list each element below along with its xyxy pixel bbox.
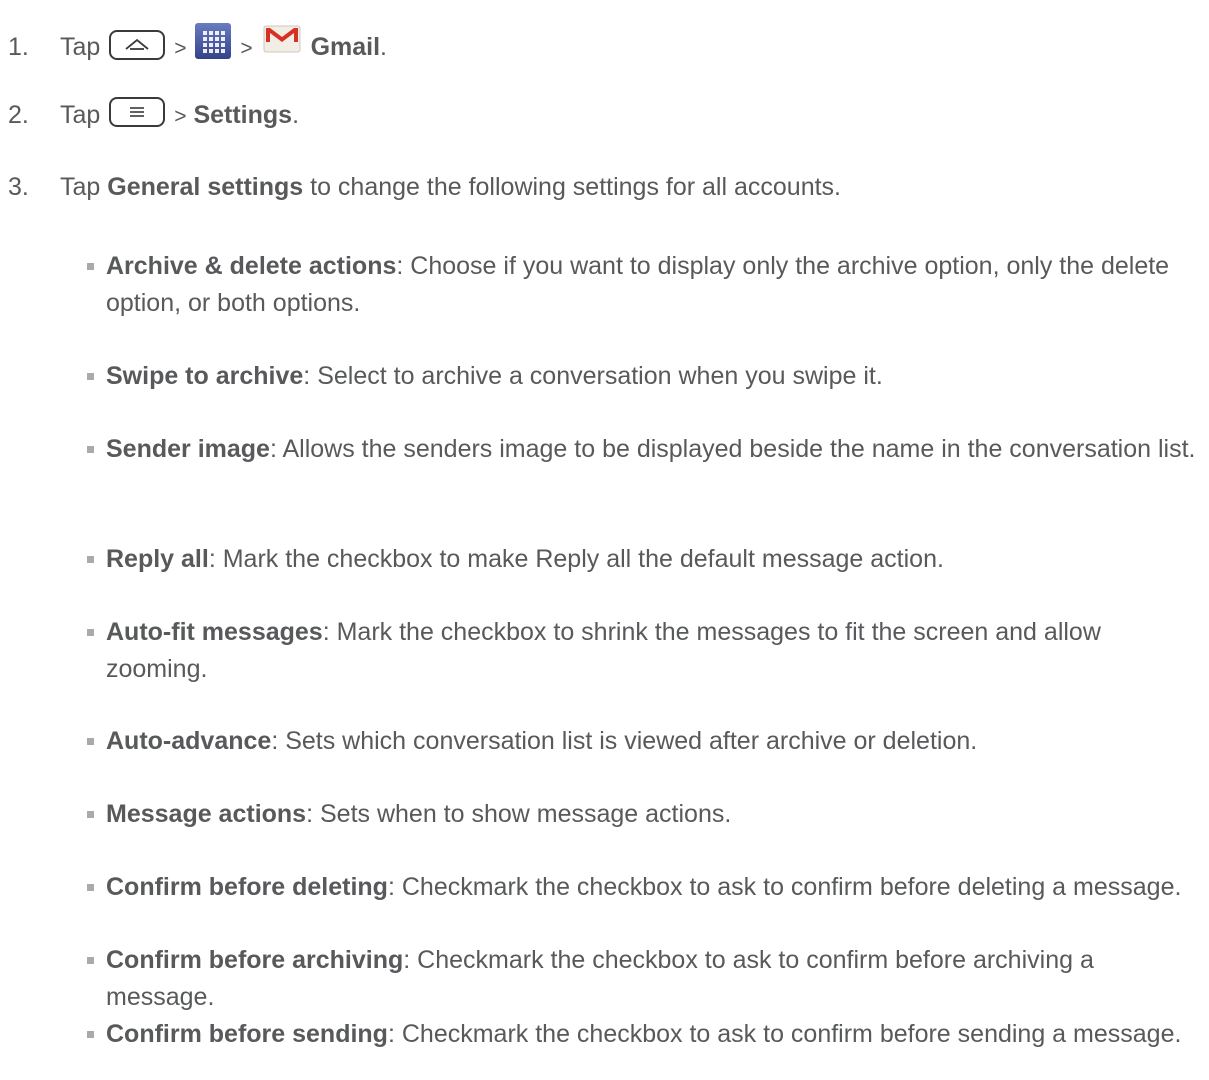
setting-term: Swipe to archive xyxy=(106,362,304,390)
setting-description: : Select to archive a conversation when … xyxy=(303,362,883,390)
setting-description: : Mark the checkbox to make Reply all th… xyxy=(208,545,944,573)
bullet-marker xyxy=(87,1031,94,1038)
settings-label: Settings xyxy=(193,101,293,129)
menu-key-icon xyxy=(109,97,166,128)
home-key-icon xyxy=(109,29,166,60)
list-item: Archive & delete actions: Choose if you … xyxy=(87,248,1201,322)
list-item: Auto-advance: Sets which conversation li… xyxy=(87,723,1201,760)
setting-description: : Sets when to show message actions. xyxy=(306,800,732,828)
list-item: Message actions: Sets when to show messa… xyxy=(87,796,1201,833)
list-item: Sender image: Allows the senders image t… xyxy=(87,431,1201,468)
step-text-end: to change the following settings for all… xyxy=(303,173,841,201)
bullet-marker xyxy=(87,263,94,270)
app-name-gmail: Gmail xyxy=(310,33,381,62)
step-separator: > xyxy=(240,37,253,61)
bullet-marker xyxy=(87,373,94,380)
step-number: 1. xyxy=(8,33,29,62)
step-number: 2. xyxy=(8,101,29,129)
step-separator: > xyxy=(174,37,187,61)
bullet-marker xyxy=(87,957,94,964)
step-3: 3. Tap General settings to change the fol… xyxy=(8,172,841,202)
step-text: Tap xyxy=(60,173,108,201)
setting-term: Confirm before sending xyxy=(106,1020,388,1048)
setting-term: Sender image xyxy=(106,435,270,463)
step-separator: > xyxy=(174,105,187,128)
setting-term: Reply all xyxy=(106,545,209,573)
setting-term: Confirm before archiving xyxy=(106,946,404,974)
setting-description: : Checkmark the checkbox to ask to confi… xyxy=(387,873,1182,901)
list-item: Auto-fit messages: Mark the checkbox to … xyxy=(87,614,1201,688)
list-item: Confirm before deleting: Checkmark the c… xyxy=(87,869,1201,906)
list-item: Confirm before sending: Checkmark the ch… xyxy=(87,1016,1201,1053)
step-2: 2. Tap > Settings. xyxy=(8,97,300,132)
step-text-end: . xyxy=(380,33,387,62)
setting-description: : Sets which conversation list is viewed… xyxy=(271,727,978,755)
setting-description: : Checkmark the checkbox to ask to confi… xyxy=(387,1020,1182,1048)
document-page: 1. Tap > > Gmail. 2. Tap > Settings. 3. … xyxy=(0,0,1209,1080)
bullet-marker xyxy=(87,556,94,563)
apps-grid-icon xyxy=(195,22,232,59)
gmail-envelope-icon xyxy=(262,20,302,61)
step-text-end: . xyxy=(292,101,300,129)
step-1: 1. Tap > > Gmail. xyxy=(8,22,387,69)
setting-description: : Allows the senders image to be display… xyxy=(269,435,1196,463)
step-number: 3. xyxy=(8,173,29,201)
setting-term: Auto-fit messages xyxy=(106,618,323,646)
step-text: Tap xyxy=(60,33,101,62)
list-item: Confirm before archiving: Checkmark the … xyxy=(87,942,1201,1016)
general-settings-label: General settings xyxy=(107,173,304,201)
step-text: Tap xyxy=(60,101,101,129)
setting-term: Archive & delete actions xyxy=(106,252,397,280)
setting-term: Message actions xyxy=(106,800,307,828)
bullet-marker xyxy=(87,811,94,818)
bullet-marker xyxy=(87,738,94,745)
setting-term: Confirm before deleting xyxy=(106,873,388,901)
list-item: Reply all: Mark the checkbox to make Rep… xyxy=(87,541,1201,578)
setting-term: Auto-advance xyxy=(106,727,272,755)
bullet-marker xyxy=(87,629,94,636)
bullet-marker xyxy=(87,446,94,453)
list-item: Swipe to archive: Select to archive a co… xyxy=(87,358,1201,395)
bullet-marker xyxy=(87,884,94,891)
